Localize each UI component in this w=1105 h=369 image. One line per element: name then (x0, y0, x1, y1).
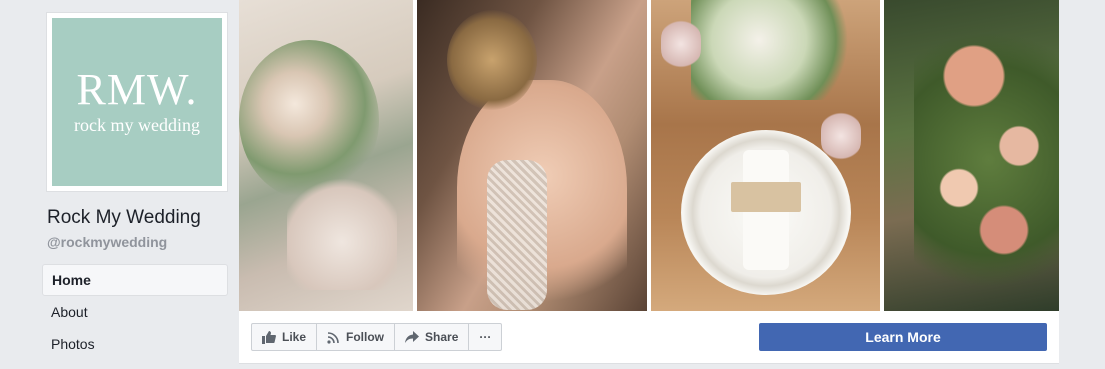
nav-item-home[interactable]: Home (42, 264, 228, 296)
bride-back-photo (417, 0, 647, 311)
like-label: Like (282, 330, 307, 344)
floral-arch-photo (884, 0, 1059, 311)
logo-sub-text: rock my wedding (74, 115, 200, 135)
profile-picture[interactable]: RMW. rock my wedding (46, 12, 228, 192)
table-setting-photo (651, 0, 880, 311)
learn-more-button[interactable]: Learn More (759, 323, 1047, 351)
lace-shape (487, 160, 547, 310)
rss-icon (327, 331, 340, 344)
share-button[interactable]: Share (394, 323, 470, 351)
glass-shape (821, 112, 861, 160)
more-options-button[interactable]: ··· (468, 323, 503, 351)
action-button-group: Like Follow Share ··· (251, 323, 503, 351)
share-arrow-icon (405, 331, 420, 343)
page-handle[interactable]: @rockmywedding (47, 234, 167, 250)
brand-logo: RMW. rock my wedding (52, 18, 222, 186)
share-label: Share (425, 330, 459, 344)
thumbs-up-icon (262, 330, 276, 344)
page-title[interactable]: Rock My Wedding (47, 207, 201, 229)
nav-item-about[interactable]: About (42, 296, 228, 328)
glass-shape (661, 20, 701, 68)
logo-main-text: RMW. (76, 65, 198, 114)
page-nav: Home About Photos (42, 264, 228, 360)
follow-button[interactable]: Follow (316, 323, 396, 351)
bouquet-shoes-photo (239, 0, 413, 311)
follow-label: Follow (346, 330, 385, 344)
centerpiece-shape (691, 0, 861, 100)
shoes-shape (287, 170, 397, 290)
hair-shape (447, 10, 537, 110)
page-action-bar: Like Follow Share ··· Learn More (239, 311, 1059, 364)
cover-photo[interactable] (239, 0, 1059, 311)
like-button[interactable]: Like (251, 323, 318, 351)
proteas-shape (914, 20, 1059, 300)
place-card-shape (731, 182, 801, 212)
nav-item-photos[interactable]: Photos (42, 328, 228, 360)
more-dots-icon: ··· (479, 330, 492, 344)
